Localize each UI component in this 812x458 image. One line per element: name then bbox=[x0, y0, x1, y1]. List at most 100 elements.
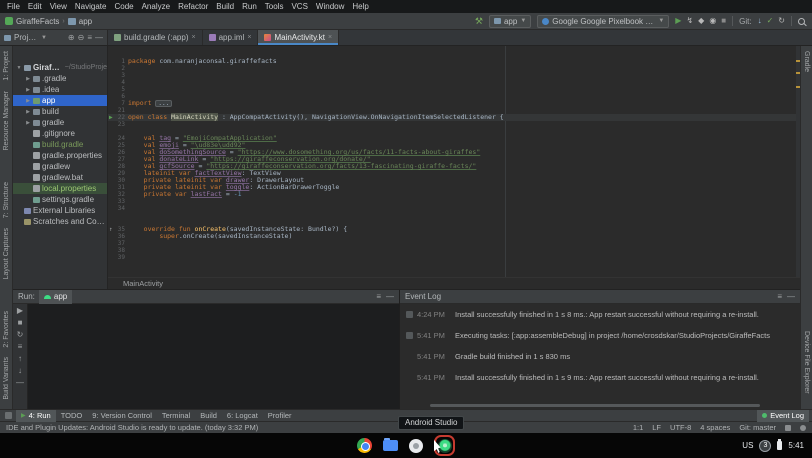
tree-item-gitignore[interactable]: .gitignore bbox=[13, 128, 107, 139]
project-panel-title[interactable]: Project bbox=[14, 33, 38, 42]
tree-item-build-gradle[interactable]: build.gradle bbox=[13, 139, 107, 150]
menu-item-analyze[interactable]: Analyze bbox=[138, 2, 174, 11]
code-line[interactable]: 37 bbox=[108, 240, 800, 247]
tree-item-scratches-and-consoles[interactable]: Scratches and Consoles bbox=[13, 216, 107, 227]
menu-item-navigate[interactable]: Navigate bbox=[71, 2, 111, 11]
tool-window-tab-profiler[interactable]: Profiler bbox=[263, 410, 297, 422]
error-stripe[interactable] bbox=[796, 46, 800, 277]
camera-icon[interactable] bbox=[409, 439, 423, 453]
hide-icon[interactable]: — bbox=[386, 293, 394, 301]
run-console[interactable] bbox=[28, 304, 399, 409]
build-hammer-icon[interactable]: ⚒ bbox=[475, 17, 483, 26]
settings-icon[interactable]: ≡ bbox=[777, 293, 782, 301]
menu-item-edit[interactable]: Edit bbox=[24, 2, 46, 11]
tool-window-tab-terminal[interactable]: Terminal bbox=[157, 410, 195, 422]
close-icon[interactable]: × bbox=[191, 34, 195, 41]
code-line[interactable]: 2 bbox=[108, 65, 800, 72]
code-line[interactable]: 34 bbox=[108, 205, 800, 212]
run-tab-app[interactable]: app bbox=[39, 290, 72, 304]
search-icon[interactable] bbox=[798, 18, 805, 25]
settings-icon[interactable]: ≡ bbox=[376, 293, 381, 301]
scroll-up-icon[interactable]: ↑ bbox=[18, 355, 22, 363]
scroll-down-icon[interactable]: ↓ bbox=[18, 367, 22, 375]
tree-item-app[interactable]: ▶app bbox=[13, 95, 107, 106]
project-tree[interactable]: ▼GiraffeFacts~/StudioProje▶.gradle▶.idea… bbox=[13, 46, 108, 289]
code-line[interactable]: 3 bbox=[108, 72, 800, 79]
stripe-tab-1-project[interactable]: 1: Project bbox=[3, 51, 10, 81]
chrome-icon[interactable] bbox=[357, 438, 372, 453]
toolwindow-switcher-icon[interactable] bbox=[5, 412, 12, 419]
apply-changes-button[interactable]: ↯ bbox=[686, 17, 693, 25]
git-update-button[interactable]: ↓ bbox=[758, 17, 762, 25]
debug-button[interactable]: ◆ bbox=[698, 17, 704, 25]
status-item-utf-8[interactable]: UTF-8 bbox=[670, 423, 691, 432]
code-line[interactable]: 39 bbox=[108, 254, 800, 261]
code-line[interactable]: 23 bbox=[108, 121, 800, 128]
code-line[interactable]: 7import ... bbox=[108, 100, 800, 107]
horizontal-scrollbar[interactable] bbox=[430, 404, 760, 407]
tree-item-giraffefacts[interactable]: ▼GiraffeFacts~/StudioProje bbox=[13, 62, 107, 73]
tab-build-gradle-app[interactable]: build.gradle (:app)× bbox=[108, 30, 203, 45]
status-item-git-master[interactable]: Git: master bbox=[739, 423, 776, 432]
stripe-tab-gradle[interactable]: Gradle bbox=[803, 51, 810, 72]
code-line[interactable]: 38 bbox=[108, 247, 800, 254]
menu-item-view[interactable]: View bbox=[46, 2, 71, 11]
restart-icon[interactable]: ↻ bbox=[17, 331, 24, 339]
rerun-icon[interactable]: ▶ bbox=[17, 307, 23, 315]
tree-item-external-libraries[interactable]: External Libraries bbox=[13, 205, 107, 216]
tree-item-local-properties[interactable]: local.properties bbox=[13, 183, 107, 194]
status-item-lf[interactable]: LF bbox=[652, 423, 661, 432]
stripe-tab-layout-captures[interactable]: Layout Captures bbox=[3, 228, 10, 279]
menu-item-tools[interactable]: Tools bbox=[261, 2, 288, 11]
tree-item-idea[interactable]: ▶.idea bbox=[13, 84, 107, 95]
status-message[interactable]: IDE and Plugin Updates: Android Studio i… bbox=[6, 423, 258, 432]
run-gutter-icon[interactable]: ▶ bbox=[109, 115, 113, 121]
git-rollback-button[interactable]: ↻ bbox=[778, 17, 785, 25]
stripe-tab-2-favorites[interactable]: 2: Favorites bbox=[3, 311, 10, 348]
breadcrumb-class[interactable]: MainActivity bbox=[123, 279, 163, 288]
tree-item-gradle-properties[interactable]: gradle.properties bbox=[13, 150, 107, 161]
menu-item-run[interactable]: Run bbox=[238, 2, 261, 11]
code-line[interactable]: 4 bbox=[108, 79, 800, 86]
tab-app-iml[interactable]: app.iml× bbox=[203, 30, 259, 45]
stripe-tab-device-file-explorer[interactable]: Device File Explorer bbox=[803, 331, 810, 394]
breadcrumb-module[interactable]: app bbox=[79, 17, 92, 26]
device-dropdown[interactable]: Google Google Pixelbook Go ▼ bbox=[537, 15, 669, 28]
settings-icon[interactable]: ≡ bbox=[87, 34, 92, 42]
stop-icon[interactable]: ■ bbox=[18, 319, 23, 327]
code-line[interactable]: 6 bbox=[108, 93, 800, 100]
git-commit-button[interactable]: ✓ bbox=[767, 17, 774, 25]
menu-item-file[interactable]: File bbox=[3, 2, 24, 11]
collapse-all-icon[interactable]: ⊖ bbox=[78, 34, 85, 42]
code-line[interactable]: 36 super.onCreate(savedInstanceState) bbox=[108, 233, 800, 240]
profiler-button[interactable]: ◉ bbox=[709, 17, 716, 25]
hide-icon[interactable]: — bbox=[787, 293, 795, 301]
tab-mainactivity-kt[interactable]: MainActivity.kt× bbox=[258, 30, 339, 45]
close-icon[interactable]: × bbox=[247, 34, 251, 41]
code-line[interactable] bbox=[108, 212, 800, 219]
tool-window-tab-build[interactable]: Build bbox=[195, 410, 222, 422]
tool-window-tab-4-run[interactable]: ▶4: Run bbox=[16, 410, 56, 422]
code-line[interactable]: 32 private var lastFact = -1 bbox=[108, 191, 800, 198]
status-item-4-spaces[interactable]: 4 spaces bbox=[700, 423, 730, 432]
menu-item-help[interactable]: Help bbox=[348, 2, 372, 11]
code-area[interactable]: 1package com.naranjaconsal.giraffefacts2… bbox=[108, 46, 800, 277]
notifications-bell-icon[interactable] bbox=[800, 425, 806, 431]
menu-item-code[interactable]: Code bbox=[110, 2, 137, 11]
code-line[interactable]: 5 bbox=[108, 86, 800, 93]
stop-button[interactable]: ■ bbox=[721, 17, 726, 25]
files-icon[interactable] bbox=[383, 440, 398, 451]
status-item-1-1[interactable]: 1:1 bbox=[633, 423, 643, 432]
tree-item-settings-gradle[interactable]: settings.gradle bbox=[13, 194, 107, 205]
tree-item-gradlew[interactable]: gradlew bbox=[13, 161, 107, 172]
stripe-tab-resource-manager[interactable]: Resource Manager bbox=[3, 91, 10, 151]
tool-window-tab-event-log[interactable]: Event Log bbox=[757, 410, 809, 422]
tool-window-tab-todo[interactable]: TODO bbox=[56, 410, 88, 422]
lock-icon[interactable] bbox=[785, 425, 791, 431]
code-line[interactable]: ▶22open class MainActivity : AppCompatAc… bbox=[108, 114, 800, 121]
stripe-tab-7-structure[interactable]: 7: Structure bbox=[3, 182, 10, 218]
system-tray[interactable]: US 3 5:41 bbox=[742, 440, 812, 452]
tree-item-gradle[interactable]: ▶gradle bbox=[13, 117, 107, 128]
menu-item-build[interactable]: Build bbox=[212, 2, 238, 11]
tree-item-gradlew-bat[interactable]: gradlew.bat bbox=[13, 172, 107, 183]
